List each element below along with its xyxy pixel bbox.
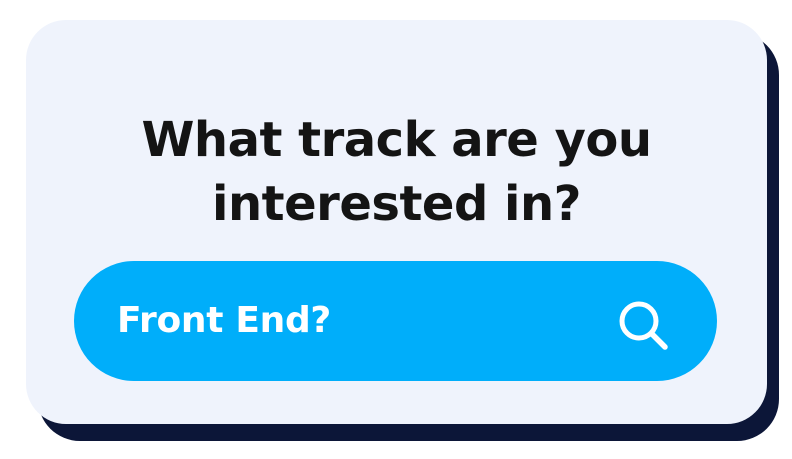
search-icon[interactable]	[616, 298, 672, 354]
track-question-card: What track are you interested in? Front …	[26, 20, 767, 424]
track-search-input[interactable]: Front End?	[74, 261, 717, 381]
question-line-2: interested in?	[212, 176, 581, 232]
question-heading: What track are you interested in?	[26, 108, 767, 236]
search-icon-graphic	[619, 301, 668, 350]
search-value: Front End?	[117, 300, 332, 341]
question-line-1: What track are you	[141, 112, 652, 168]
